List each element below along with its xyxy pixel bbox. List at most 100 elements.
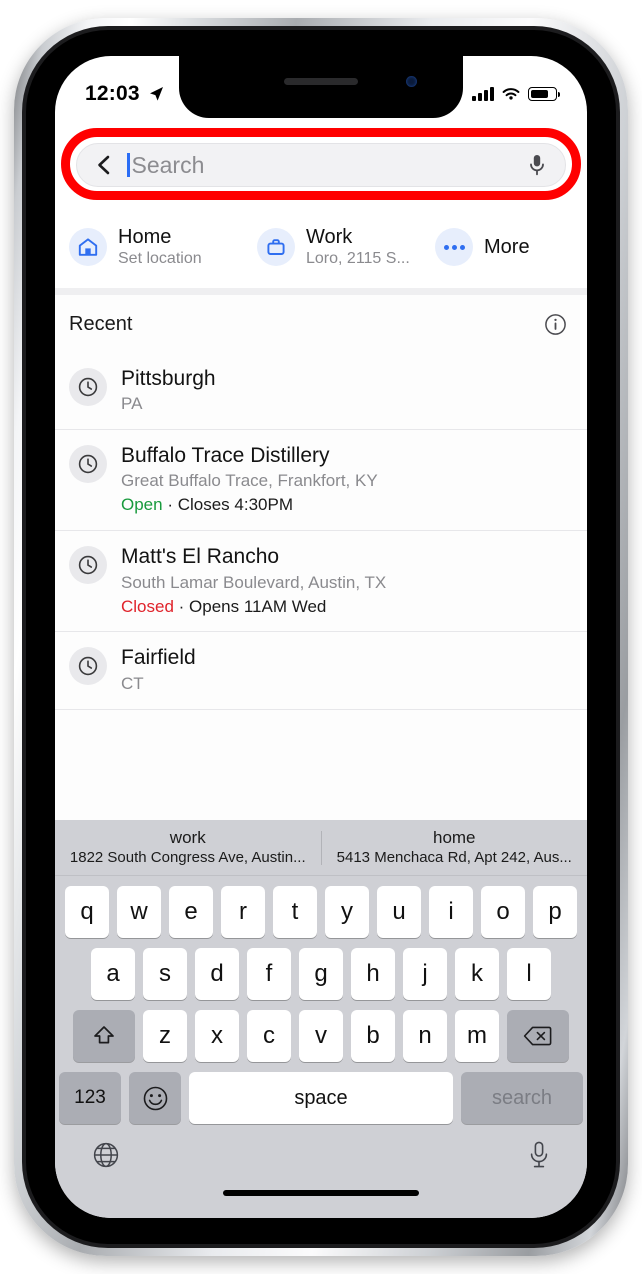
status-detail: · Opens 11AM Wed bbox=[173, 596, 327, 616]
suggestion-title: work bbox=[169, 827, 206, 847]
key-y[interactable]: y bbox=[325, 886, 369, 938]
key-u[interactable]: u bbox=[377, 886, 421, 938]
shift-key[interactable] bbox=[73, 1010, 135, 1062]
suggestion-work[interactable]: work 1822 South Congress Ave, Austin... bbox=[55, 828, 321, 868]
recent-item-buffalo-trace-distillery[interactable]: Buffalo Trace Distillery Great Buffalo T… bbox=[55, 430, 587, 532]
recent-item-title: Matt's El Rancho bbox=[121, 545, 280, 569]
section-divider bbox=[55, 288, 587, 295]
front-camera-icon bbox=[406, 76, 417, 87]
key-x[interactable]: x bbox=[195, 1010, 239, 1062]
recent-item-body: Fairfield CT bbox=[121, 645, 569, 695]
key-l[interactable]: l bbox=[507, 948, 551, 1000]
shortcut-more[interactable]: More bbox=[435, 228, 530, 266]
clock-icon bbox=[69, 647, 107, 686]
recent-item-subtitle: South Lamar Boulevard, Austin, TX bbox=[121, 572, 387, 592]
recent-item-matts-el-rancho[interactable]: Matt's El Rancho South Lamar Boulevard, … bbox=[55, 531, 587, 633]
recent-item-body: Pittsburgh PA bbox=[121, 366, 569, 416]
phone-screen: 12:03 Search Home Set location Work Loro… bbox=[55, 56, 587, 1218]
key-v[interactable]: v bbox=[299, 1010, 343, 1062]
status-bar-left: 12:03 bbox=[85, 82, 165, 106]
keyboard: work 1822 South Congress Ave, Austin... … bbox=[55, 820, 587, 1218]
numbers-key[interactable]: 123 bbox=[59, 1072, 121, 1124]
clock-time: 12:03 bbox=[85, 82, 140, 105]
status-detail: · Closes 4:30PM bbox=[162, 495, 293, 515]
suggestion-subtitle: 5413 Menchaca Rd, Apt 242, Aus... bbox=[336, 849, 572, 867]
wifi-icon bbox=[502, 87, 520, 100]
key-f[interactable]: f bbox=[247, 948, 291, 1000]
key-z[interactable]: z bbox=[143, 1010, 187, 1062]
key-d[interactable]: d bbox=[195, 948, 239, 1000]
search-zone: Search bbox=[55, 118, 587, 206]
key-a[interactable]: a bbox=[91, 948, 135, 1000]
recent-item-body: Matt's El Rancho South Lamar Boulevard, … bbox=[121, 544, 569, 618]
shortcut-home-title: Home bbox=[118, 225, 172, 248]
key-h[interactable]: h bbox=[351, 948, 395, 1000]
status-bar-right bbox=[472, 87, 561, 102]
key-q[interactable]: q bbox=[65, 886, 109, 938]
notch bbox=[179, 56, 463, 118]
ellipsis-icon bbox=[435, 228, 473, 266]
keyboard-row-3: z x c v b n m bbox=[55, 1010, 587, 1062]
backspace-key[interactable] bbox=[507, 1010, 569, 1062]
suggestion-subtitle: 1822 South Congress Ave, Austin... bbox=[69, 849, 306, 867]
emoji-key[interactable] bbox=[129, 1072, 181, 1124]
clock-icon bbox=[69, 368, 107, 406]
house-icon bbox=[69, 228, 107, 266]
key-e[interactable]: e bbox=[169, 886, 213, 938]
key-t[interactable]: t bbox=[273, 886, 317, 938]
space-key[interactable]: space bbox=[189, 1072, 453, 1124]
key-k[interactable]: k bbox=[455, 948, 499, 1000]
recent-item-title: Pittsburgh bbox=[121, 367, 216, 390]
key-i[interactable]: i bbox=[429, 886, 473, 938]
dictation-microphone-icon[interactable] bbox=[527, 1140, 551, 1170]
shortcut-home[interactable]: Home Set location bbox=[69, 226, 257, 268]
globe-icon[interactable] bbox=[91, 1140, 121, 1170]
key-o[interactable]: o bbox=[481, 886, 525, 938]
search-bar-highlight bbox=[61, 128, 581, 200]
info-circle-icon[interactable] bbox=[544, 313, 567, 336]
recent-item-title: Fairfield bbox=[121, 646, 196, 670]
backspace-icon bbox=[523, 1026, 552, 1046]
search-key[interactable]: search bbox=[461, 1072, 583, 1124]
shortcuts-row: Home Set location Work Loro, 2115 S... M… bbox=[55, 206, 587, 288]
shortcut-home-text: Home Set location bbox=[118, 226, 257, 268]
smiley-icon bbox=[143, 1086, 167, 1110]
screenshot-stage: 12:03 Search Home Set location Work Loro… bbox=[0, 0, 642, 1274]
key-j[interactable]: j bbox=[403, 948, 447, 1000]
signal-bars-icon bbox=[472, 87, 494, 101]
key-w[interactable]: w bbox=[117, 886, 161, 938]
shortcut-home-subtitle: Set location bbox=[118, 249, 202, 267]
shortcut-more-title: More bbox=[484, 235, 530, 258]
key-b[interactable]: b bbox=[351, 1010, 395, 1062]
key-n[interactable]: n bbox=[403, 1010, 447, 1062]
briefcase-icon bbox=[257, 228, 295, 266]
key-s[interactable]: s bbox=[143, 948, 187, 1000]
shift-arrow-icon bbox=[94, 1026, 114, 1044]
key-c[interactable]: c bbox=[247, 1010, 291, 1062]
clock-icon bbox=[69, 546, 107, 585]
home-indicator[interactable] bbox=[223, 1190, 419, 1196]
recent-item-subtitle: PA bbox=[121, 394, 143, 414]
keyboard-row-1: q w e r t y u i o p bbox=[55, 886, 587, 938]
keyboard-row-2: a s d f g h j k l bbox=[55, 948, 587, 1000]
recent-item-subtitle: Great Buffalo Trace, Frankfort, KY bbox=[121, 471, 378, 491]
shortcut-work-title: Work bbox=[306, 225, 353, 248]
recent-header: Recent bbox=[55, 295, 587, 353]
recent-item-fairfield[interactable]: Fairfield CT bbox=[55, 632, 587, 710]
suggestion-home[interactable]: home 5413 Menchaca Rd, Apt 242, Aus... bbox=[322, 828, 588, 868]
recent-item-pittsburgh[interactable]: Pittsburgh PA bbox=[55, 353, 587, 431]
recent-item-body: Buffalo Trace Distillery Great Buffalo T… bbox=[121, 443, 569, 517]
status-badge: Open bbox=[121, 495, 163, 515]
keyboard-row-4: 123 space search bbox=[55, 1072, 587, 1124]
shortcut-work[interactable]: Work Loro, 2115 S... bbox=[257, 226, 435, 268]
key-m[interactable]: m bbox=[455, 1010, 499, 1062]
key-p[interactable]: p bbox=[533, 886, 577, 938]
key-r[interactable]: r bbox=[221, 886, 265, 938]
location-arrow-icon bbox=[149, 87, 163, 101]
key-g[interactable]: g bbox=[299, 948, 343, 1000]
status-badge: Closed bbox=[121, 596, 174, 616]
suggestion-title: home bbox=[432, 827, 476, 847]
keyboard-bottom-bar bbox=[55, 1126, 587, 1218]
recent-section: Recent Pittsburgh PA Buffalo Trace Disti… bbox=[55, 295, 587, 820]
recent-item-title: Buffalo Trace Distillery bbox=[121, 444, 330, 468]
